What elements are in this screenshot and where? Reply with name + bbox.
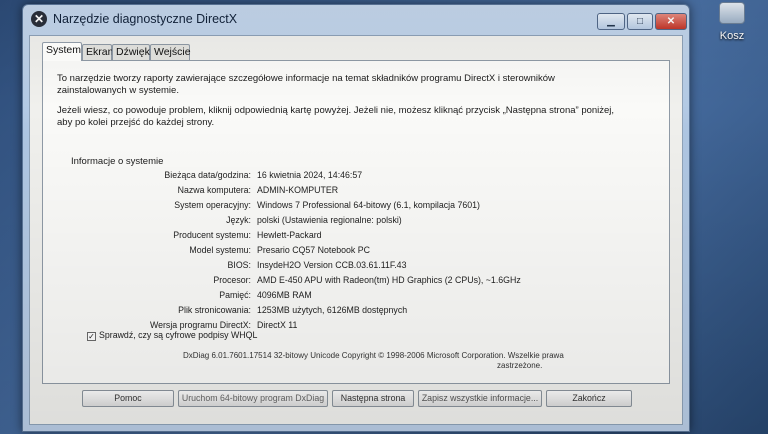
recycle-bin-label: Kosz xyxy=(719,30,745,42)
info-value: AMD E-450 APU with Radeon(tm) HD Graphic… xyxy=(257,275,521,285)
info-key: System operacyjny: xyxy=(174,200,251,210)
tab-ekran[interactable]: Ekran xyxy=(82,44,113,60)
tab-wejscie[interactable]: Wejście xyxy=(150,44,191,60)
info-key: Nazwa komputera: xyxy=(177,185,251,195)
info-key: Model systemu: xyxy=(189,245,251,255)
info-row-computer-name: Nazwa komputera: ADMIN-KOMPUTER xyxy=(43,185,643,197)
info-value: Windows 7 Professional 64-bitowy (6.1, k… xyxy=(257,200,480,210)
info-key: Producent systemu: xyxy=(173,230,251,240)
minimize-button[interactable]: ▁ xyxy=(597,13,625,30)
directx-app-icon: ✕ xyxy=(31,11,47,27)
maximize-button[interactable]: □ xyxy=(627,13,653,30)
tab-dzwiek[interactable]: Dźwięk xyxy=(112,44,150,60)
checkbox-check-icon[interactable]: ✓ xyxy=(87,332,96,341)
info-key: BIOS: xyxy=(227,260,251,270)
title-bar[interactable]: ✕ Narzędzie diagnostyczne DirectX ▁ □ ✕ xyxy=(23,5,689,33)
info-row-datetime: Bieżąca data/godzina: 16 kwietnia 2024, … xyxy=(43,170,643,182)
info-row-manufacturer: Producent systemu: Hewlett-Packard xyxy=(43,230,643,242)
close-window-button[interactable]: ✕ xyxy=(655,13,687,30)
button-bar: Pomoc Uruchom 64-bitowy program DxDiag N… xyxy=(30,388,684,414)
info-value: 16 kwietnia 2024, 14:46:57 xyxy=(257,170,363,180)
info-key: Bieżąca data/godzina: xyxy=(164,170,251,180)
info-row-pagefile: Plik stronicowania: 1253MB użytych, 6126… xyxy=(43,305,643,317)
info-row-processor: Procesor: AMD E-450 APU with Radeon(tm) … xyxy=(43,275,643,287)
info-value: ADMIN-KOMPUTER xyxy=(257,185,339,195)
info-value: polski (Ustawienia regionalne: polski) xyxy=(257,215,402,225)
copyright-line: DxDiag 6.01.7601.17514 32-bitowy Unicode… xyxy=(183,351,564,360)
info-value: 4096MB RAM xyxy=(257,290,312,300)
info-row-language: Język: polski (Ustawienia regionalne: po… xyxy=(43,215,643,227)
dxdiag-window: ✕ Narzędzie diagnostyczne DirectX ▁ □ ✕ … xyxy=(22,4,690,432)
run-64bit-dxdiag-button[interactable]: Uruchom 64-bitowy program DxDiag xyxy=(178,390,328,407)
info-row-os: System operacyjny: Windows 7 Professiona… xyxy=(43,200,643,212)
info-key: Język: xyxy=(226,215,251,225)
intro-paragraph-1: To narzędzie tworzy raporty zawierające … xyxy=(57,73,555,96)
exit-button[interactable]: Zakończ xyxy=(546,390,632,407)
info-value: Hewlett-Packard xyxy=(257,230,322,240)
help-button[interactable]: Pomoc xyxy=(82,390,174,407)
copyright-line-2: zastrzeżone. xyxy=(497,361,543,370)
dialog-client-area: System Ekran Dźwięk Wejście To narzędzie… xyxy=(29,35,683,425)
system-info-heading: Informacje o systemie xyxy=(71,156,164,167)
info-value: InsydeH2O Version CCB.03.61.11F.43 xyxy=(257,260,407,270)
whql-checkbox-label: Sprawdź, czy są cyfrowe podpisy WHQL xyxy=(99,330,258,340)
whql-checkbox[interactable]: ✓ Sprawdź, czy są cyfrowe podpisy WHQL xyxy=(87,330,257,341)
recycle-bin-icon xyxy=(719,2,745,24)
info-key: Wersja programu DirectX: xyxy=(149,320,251,330)
intro-paragraph-2: Jeżeli wiesz, co powoduje problem, klikn… xyxy=(57,105,615,128)
save-all-info-button[interactable]: Zapisz wszystkie informacje... xyxy=(418,390,542,407)
recycle-bin-shortcut[interactable]: Kosz xyxy=(702,2,762,42)
info-row-memory: Pamięć: 4096MB RAM xyxy=(43,290,643,302)
next-page-button[interactable]: Następna strona xyxy=(332,390,414,407)
info-key: Procesor: xyxy=(213,275,251,285)
info-row-bios: BIOS: InsydeH2O Version CCB.03.61.11F.43 xyxy=(43,260,643,272)
info-value: Presario CQ57 Notebook PC xyxy=(257,245,370,255)
info-key: Pamięć: xyxy=(219,290,251,300)
info-key: Plik stronicowania: xyxy=(178,305,251,315)
window-title: Narzędzie diagnostyczne DirectX xyxy=(53,12,238,26)
info-value: DirectX 11 xyxy=(257,320,298,330)
info-value: 1253MB użytych, 6126MB dostępnych xyxy=(257,305,408,315)
system-tab-panel: To narzędzie tworzy raporty zawierające … xyxy=(42,60,670,384)
tab-system[interactable]: System xyxy=(42,42,82,61)
info-row-model: Model systemu: Presario CQ57 Notebook PC xyxy=(43,245,643,257)
